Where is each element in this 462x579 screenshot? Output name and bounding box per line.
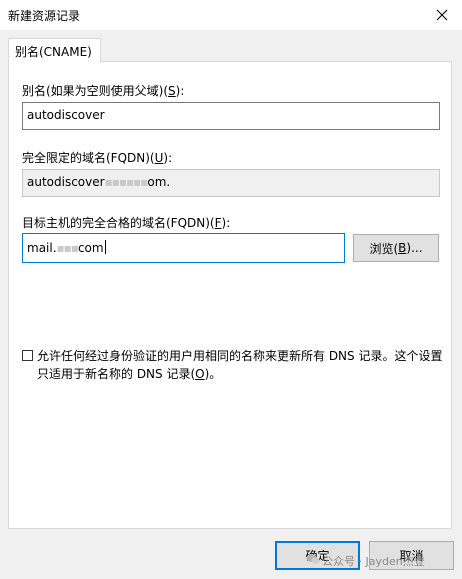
close-icon [436,9,448,21]
tab-cname-label: 别名(CNAME) [15,45,92,59]
wechat-icon [306,554,320,564]
alias-input-value: autodiscover [27,108,105,122]
redacted-text: ▪▪▪ [56,241,79,255]
alias-label: 别名(如果为空则使用父域)(S): [22,84,185,98]
alias-input[interactable]: autodiscover [22,102,440,130]
target-label: 目标主机的完全合格的域名(FQDN)(F): [22,216,231,230]
tab-cname[interactable]: 别名(CNAME) [8,38,101,62]
close-button[interactable] [422,0,462,30]
redacted-text: ▪▪▪▪▪▪ [104,175,149,189]
watermark-text: 公众号 · Jayden杰登 [322,555,425,568]
text-cursor [104,240,106,254]
allow-update-label[interactable]: 允许任何经过身份验证的用户用相同的名称来更新所有 DNS 记录。这个设置只适用于… [37,347,447,383]
window-title: 新建资源记录 [8,9,81,23]
allow-update-checkbox[interactable] [22,350,33,361]
fqdn-field: autodiscover▪▪▪▪▪▪om. [22,169,440,197]
browse-button[interactable]: 浏览(B)... [353,234,439,262]
title-bar: 新建资源记录 [0,0,462,30]
target-host-input[interactable]: mail.▪▪▪com [22,233,345,263]
fqdn-field-value: autodiscover▪▪▪▪▪▪om. [27,175,171,189]
tab-panel [8,61,452,529]
fqdn-label: 完全限定的域名(FQDN)(U): [22,151,173,165]
target-host-value: mail.▪▪▪com [27,240,106,255]
